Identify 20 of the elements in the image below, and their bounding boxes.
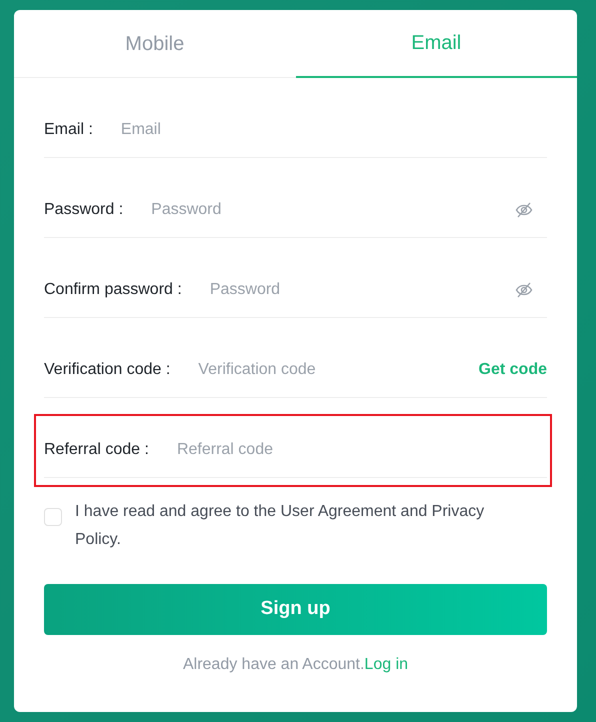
field-label: Referral code :	[44, 440, 149, 460]
agree-checkbox[interactable]	[44, 508, 62, 526]
input-field[interactable]: Verification code	[198, 359, 479, 381]
field-label: Email :	[44, 120, 93, 140]
input-field[interactable]: Referral code	[176, 439, 547, 461]
tab[interactable]: Email	[296, 10, 577, 78]
field-label: Verification code :	[44, 360, 170, 380]
input-field[interactable]: Password	[151, 199, 515, 221]
field-label: Password :	[44, 200, 124, 220]
hidden-eye-icon[interactable]	[515, 282, 533, 298]
field-label: Confirm password :	[44, 280, 182, 300]
hidden-eye-icon[interactable]	[515, 202, 533, 218]
agreement-text: I have read and agree to the User Agreement and Privacy Policy.	[75, 502, 486, 550]
input-field[interactable]: Password	[210, 279, 515, 301]
tab[interactable]: Mobile	[14, 10, 296, 77]
account-prompt: Already have an Account.	[182, 655, 364, 675]
input-field[interactable]: Email	[120, 119, 547, 141]
log-in-link[interactable]: Log in	[364, 653, 408, 677]
sign-up-button[interactable]: Sign up	[44, 584, 547, 635]
get-code-link[interactable]: Get code	[478, 359, 547, 381]
